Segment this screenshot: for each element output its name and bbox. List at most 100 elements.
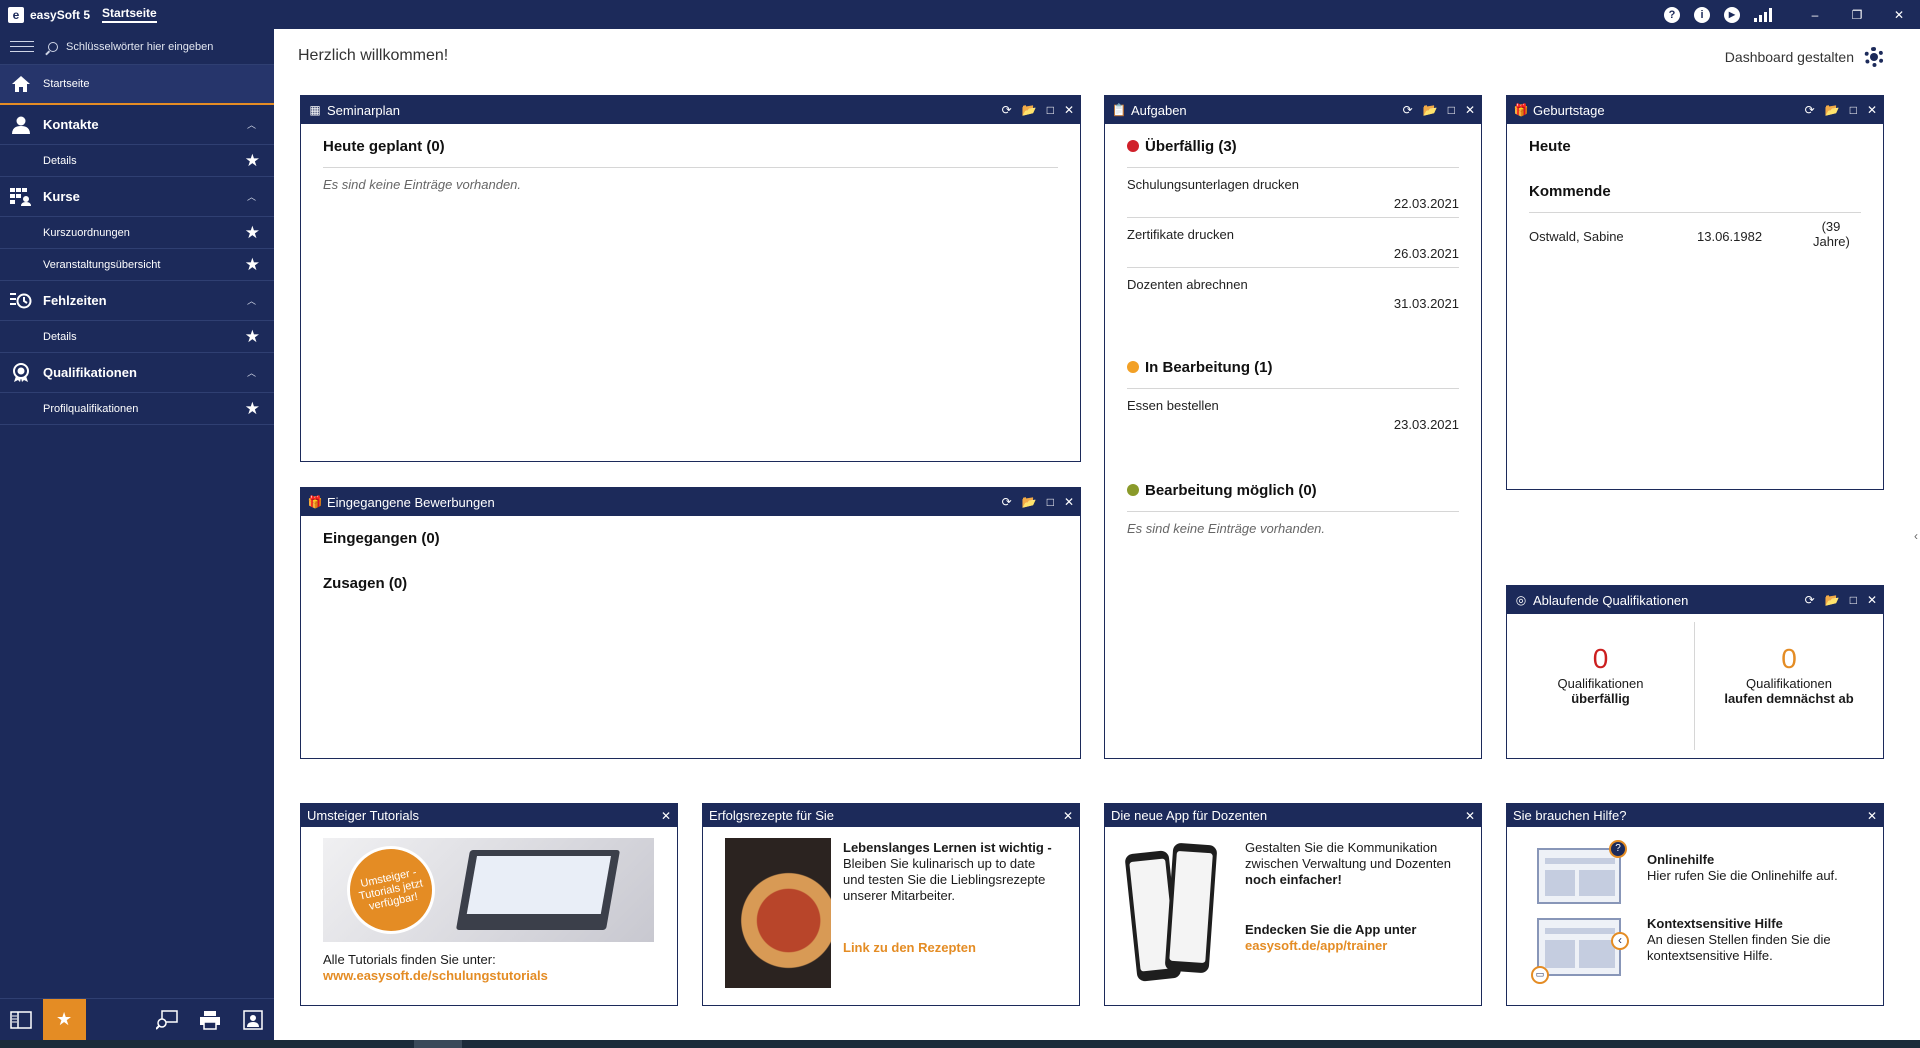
onlinehelp-title[interactable]: Onlinehilfe [1647, 852, 1714, 867]
maximize-icon[interactable]: □ [1850, 593, 1857, 607]
search-input[interactable]: Schlüsselwörter hier eingeben [66, 41, 213, 53]
context-help-title[interactable]: Kontextsensitive Hilfe [1647, 916, 1783, 931]
refresh-icon[interactable]: ⟳ [1805, 593, 1815, 607]
status-dot-red [1127, 140, 1139, 152]
task-date: 22.03.2021 [1393, 196, 1459, 211]
tab-startseite[interactable]: Startseite [102, 6, 157, 23]
sidebar-section-kurse[interactable]: Kurse ︿ [0, 177, 274, 217]
play-icon[interactable]: ▶ [1724, 6, 1740, 23]
empty-message: Es sind keine Einträge vorhanden. [1127, 521, 1326, 536]
sidebar: Schlüsselwörter hier eingeben Startseite… [0, 29, 274, 1041]
chevron-up-icon[interactable]: ︿ [247, 190, 256, 203]
refresh-icon[interactable]: ⟳ [1002, 103, 1012, 117]
sidebar-section-label: Kurse [43, 189, 80, 204]
sidebar-section-qualifikationen[interactable]: Qualifikationen ︿ [0, 353, 274, 393]
maximize-icon[interactable]: □ [1047, 103, 1054, 117]
folder-icon[interactable]: 📂 [1022, 103, 1037, 117]
printer-icon[interactable] [188, 999, 231, 1041]
info-icon[interactable]: i [1694, 6, 1710, 23]
sidebar-item-veranstaltungsuebersicht[interactable]: Veranstaltungsübersicht ★ [0, 249, 274, 281]
chevron-left-icon[interactable]: ‹ [1914, 529, 1918, 543]
overdue-qualifications[interactable]: 0 Qualifikationen überfällig [1507, 644, 1694, 707]
maximize-icon[interactable]: □ [1850, 103, 1857, 117]
sidebar-item-kurszuordnungen[interactable]: Kurszuordnungen ★ [0, 217, 274, 249]
taskbar-app-button[interactable] [414, 1040, 462, 1048]
menu-icon[interactable] [10, 41, 34, 52]
sidebar-item-fehlzeiten-details[interactable]: Details ★ [0, 321, 274, 353]
close-icon[interactable]: ✕ [1465, 103, 1475, 117]
chevron-up-icon[interactable]: ︿ [247, 294, 256, 307]
gift-icon: 🎁 [307, 495, 323, 509]
close-icon[interactable]: ✕ [1465, 809, 1475, 823]
close-icon[interactable]: ✕ [1867, 809, 1877, 823]
star-icon[interactable]: ★ [245, 328, 260, 345]
chevron-up-icon[interactable]: ︿ [247, 118, 256, 131]
restore-button[interactable]: ❐ [1836, 8, 1878, 22]
layout-icon[interactable] [0, 999, 43, 1041]
sidebar-section-kontakte[interactable]: Kontakte ︿ [0, 105, 274, 145]
chevron-up-icon[interactable]: ︿ [247, 366, 256, 379]
task-row[interactable]: Dozenten abrechnen 31.03.2021 [1127, 268, 1459, 311]
sidebar-item-profilqualifikationen[interactable]: Profilqualifikationen ★ [0, 393, 274, 425]
user-profile-icon[interactable] [231, 999, 274, 1041]
close-window-button[interactable]: ✕ [1878, 8, 1920, 22]
search-screen-icon[interactable] [146, 999, 189, 1041]
star-icon[interactable]: ★ [245, 256, 260, 273]
sidebar-search[interactable]: Schlüsselwörter hier eingeben [0, 29, 274, 65]
soon-expiring-qualifications[interactable]: 0 Qualifikationen laufen demnächst ab [1695, 644, 1883, 707]
folder-icon[interactable]: 📂 [1423, 103, 1438, 117]
close-icon[interactable]: ✕ [1867, 593, 1877, 607]
task-row[interactable]: Zertifikate drucken 26.03.2021 [1127, 218, 1459, 261]
close-icon[interactable]: ✕ [1867, 103, 1877, 117]
folder-icon[interactable]: 📂 [1825, 593, 1840, 607]
empty-message: Es sind keine Einträge vorhanden. [323, 177, 522, 192]
help-icon[interactable]: ? [1664, 6, 1680, 23]
star-icon[interactable]: ★ [245, 400, 260, 417]
tutorials-text: Alle Tutorials finden Sie unter: [323, 952, 496, 967]
maximize-icon[interactable]: □ [1047, 495, 1054, 509]
tutorials-banner[interactable]: Umsteiger - Tutorials jetzt verfügbar! [323, 838, 654, 942]
widget-title: Eingegangene Bewerbungen [327, 494, 495, 510]
section-heading: Heute [1529, 138, 1571, 155]
sidebar-item-startseite[interactable]: Startseite [0, 65, 274, 105]
favorites-star-icon[interactable]: ★ [42, 998, 86, 1041]
sidebar-item-label: Kurszuordnungen [43, 226, 130, 239]
sidebar-item-kontakte-details[interactable]: Details ★ [0, 145, 274, 177]
task-row[interactable]: Essen bestellen 23.03.2021 [1127, 389, 1459, 432]
widget-aufgaben: 📋 Aufgaben ⟳ 📂 □ ✕ Überfällig (3) Schulu… [1104, 95, 1482, 759]
refresh-icon[interactable]: ⟳ [1805, 103, 1815, 117]
gear-icon[interactable] [1864, 47, 1884, 67]
overdue-label-bold: überfällig [1571, 691, 1630, 706]
task-row[interactable]: Schulungsunterlagen drucken 22.03.2021 [1127, 168, 1459, 211]
close-icon[interactable]: ✕ [1064, 495, 1074, 509]
close-icon[interactable]: ✕ [661, 809, 671, 823]
sidebar-section-label: Fehlzeiten [43, 293, 107, 308]
signal-icon[interactable] [1754, 7, 1772, 22]
onlinehelp-text: Hier rufen Sie die Onlinehilfe auf. [1647, 868, 1838, 883]
star-icon[interactable]: ★ [245, 224, 260, 241]
context-help-illustration: ‹ ▭ [1531, 918, 1629, 984]
widget-app: Die neue App für Dozenten ✕ Gestalten Si… [1104, 803, 1482, 1006]
overdue-label: Qualifikationen [1557, 676, 1644, 691]
app-link[interactable]: easysoft.de/app/trainer [1245, 938, 1387, 953]
rezepte-link[interactable]: Link zu den Rezepten [843, 940, 976, 955]
sidebar-item-label: Startseite [43, 78, 90, 90]
close-icon[interactable]: ✕ [1063, 809, 1073, 823]
widget-geburtstage: 🎁 Geburtstage ⟳ 📂 □ ✕ Heute Kommende Ost… [1506, 95, 1884, 490]
refresh-icon[interactable]: ⟳ [1002, 495, 1012, 509]
refresh-icon[interactable]: ⟳ [1403, 103, 1413, 117]
star-icon[interactable]: ★ [245, 152, 260, 169]
folder-icon[interactable]: 📂 [1022, 495, 1037, 509]
widget-header: 🎁 Geburtstage ⟳ 📂 □ ✕ [1507, 96, 1883, 124]
sidebar-section-fehlzeiten[interactable]: Fehlzeiten ︿ [0, 281, 274, 321]
sidebar-section-label: Kontakte [43, 117, 99, 132]
maximize-icon[interactable]: □ [1448, 103, 1455, 117]
widget-title: Seminarplan [327, 102, 400, 118]
birthday-row[interactable]: Ostwald, Sabine 13.06.1982 (39 Jahre) [1529, 217, 1861, 261]
rezepte-text: Lebenslanges Lernen ist wichtig - Bleibe… [843, 840, 1052, 903]
minimize-button[interactable]: – [1794, 8, 1836, 22]
folder-icon[interactable]: 📂 [1825, 103, 1840, 117]
tutorials-link[interactable]: www.easysoft.de/schulungstutorials [323, 968, 548, 983]
close-icon[interactable]: ✕ [1064, 103, 1074, 117]
dashboard-design-button[interactable]: Dashboard gestalten [1725, 47, 1884, 67]
